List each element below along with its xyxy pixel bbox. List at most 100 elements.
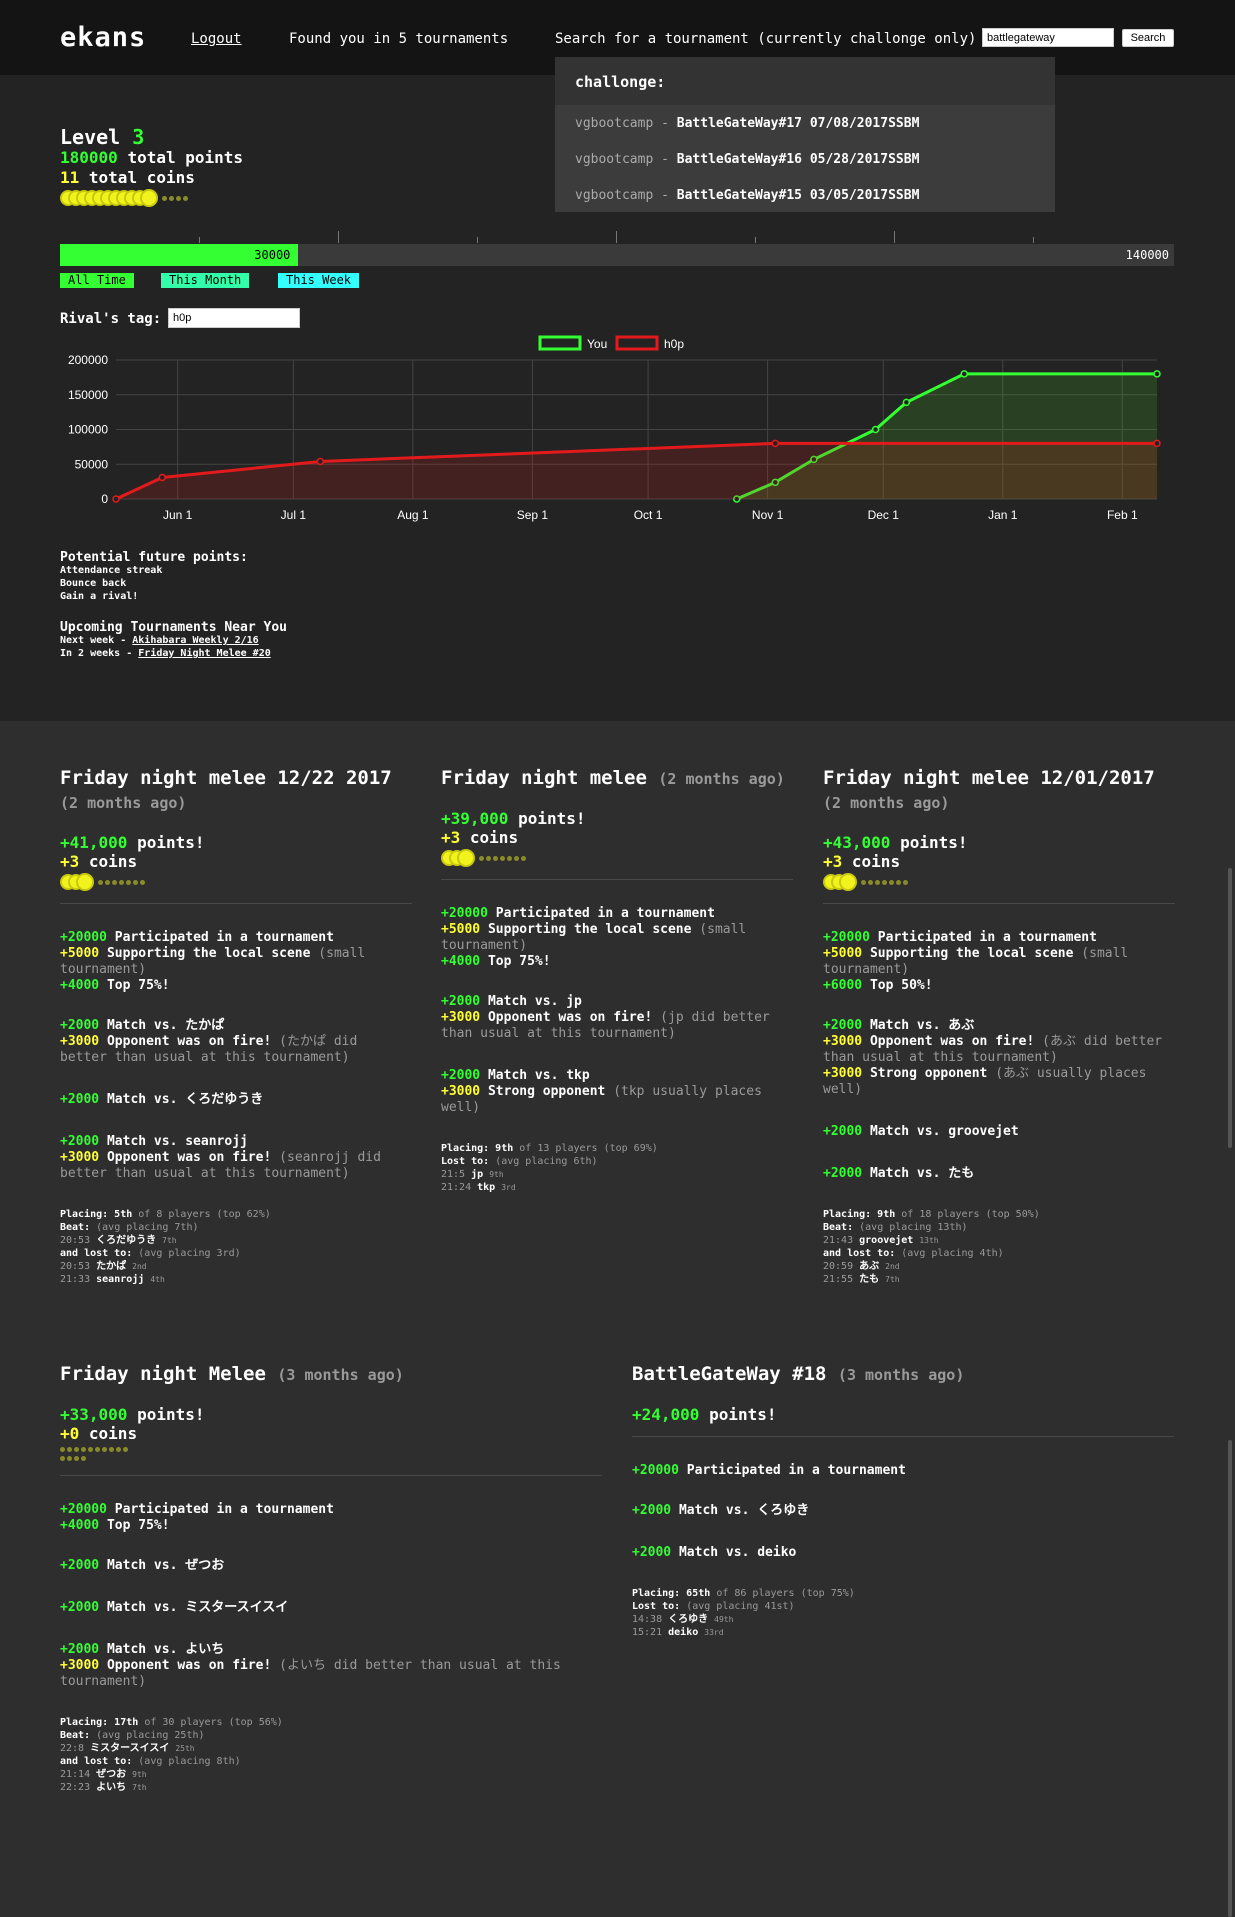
reason-points: +3000 bbox=[441, 1010, 481, 1025]
progress-tick bbox=[477, 237, 478, 243]
points-group: +2000 Match vs. seanrojj +3000 Opponent w… bbox=[60, 1134, 412, 1182]
reason-text: Top 50%! bbox=[869, 978, 933, 993]
coin-stack bbox=[60, 1445, 130, 1463]
reason-points: +3000 bbox=[823, 1034, 863, 1049]
summary-note: (avg placing 4th) bbox=[901, 1248, 1004, 1259]
tournament-name: Friday night melee bbox=[441, 767, 647, 789]
opponent-placing: 7th bbox=[162, 1236, 177, 1245]
empty-coin-icon bbox=[67, 1447, 72, 1452]
reason-points: +2000 bbox=[441, 1068, 481, 1083]
reason-text: Participated in a tournament bbox=[495, 906, 715, 921]
points-group: +2000 Match vs. jp +3000 Opponent was on … bbox=[441, 994, 793, 1042]
reason-text: Match vs. tkp bbox=[487, 1068, 590, 1083]
match-time: 15:21 bbox=[632, 1627, 663, 1638]
empty-coin-icon bbox=[88, 1447, 93, 1452]
points-group: +2000 Match vs. くろゆき bbox=[632, 1503, 1174, 1519]
data-point bbox=[1153, 370, 1161, 378]
points-reason: +3000 Opponent was on fire! (jp did bett… bbox=[441, 1010, 793, 1042]
reason-text: Opponent was on fire! bbox=[106, 1658, 272, 1673]
opponent-placing: 9th bbox=[132, 1770, 147, 1779]
points-reason: +20000 Participated in a tournament bbox=[823, 930, 1175, 946]
level-display: Level 3 bbox=[60, 125, 144, 149]
summary-line: and lost to: (avg placing 8th) bbox=[60, 1755, 602, 1768]
match-time: 21:33 bbox=[60, 1274, 91, 1285]
filter-this-month[interactable]: This Month bbox=[161, 273, 250, 288]
level-value: 3 bbox=[132, 125, 145, 149]
y-tick-label: 150000 bbox=[68, 388, 108, 402]
upcoming-tournament-link[interactable]: Akihabara Weekly 2/16 bbox=[132, 635, 258, 646]
summary-note: of 86 players (top 75%) bbox=[716, 1588, 855, 1599]
empty-coin-icon bbox=[140, 879, 145, 885]
upcoming-tournament-link[interactable]: Friday Night Melee #20 bbox=[138, 648, 270, 659]
points-group: +2000 Match vs. groovejet bbox=[823, 1124, 1175, 1140]
match-time: 21:14 bbox=[60, 1769, 91, 1780]
earned-coins: +3 coins bbox=[60, 852, 412, 871]
earned-points: +43,000 points! bbox=[823, 833, 1175, 852]
summary-line: Placing: 17th of 30 players (top 56%) bbox=[60, 1716, 602, 1729]
tournament-title[interactable]: Friday night Melee (3 months ago) bbox=[60, 1362, 602, 1387]
future-item: Gain a rival! bbox=[60, 591, 139, 602]
reason-text: Match vs. たも bbox=[869, 1166, 975, 1181]
search-button[interactable]: Search bbox=[1122, 29, 1174, 47]
summary-line: 15:21 deiko 33rd bbox=[632, 1626, 1174, 1639]
result-name: BattleGateWay#15 03/05/2017SSBM bbox=[676, 188, 920, 203]
reason-text: Supporting the local scene bbox=[869, 946, 1074, 961]
reason-points: +2000 bbox=[60, 1558, 100, 1573]
data-point bbox=[112, 495, 120, 503]
search-result-item[interactable]: vgbootcamp - BattleGateWay#16 05/28/2017… bbox=[555, 141, 1055, 177]
y-tick-label: 100000 bbox=[68, 423, 108, 437]
tournament-title[interactable]: Friday night melee 12/22 2017 (2 months … bbox=[60, 766, 412, 815]
match-time: 21:55 bbox=[823, 1274, 854, 1285]
tournament-title[interactable]: Friday night melee (2 months ago) bbox=[441, 766, 793, 791]
scrollbar-thumb[interactable] bbox=[1228, 868, 1232, 1148]
opponent-placing: 4th bbox=[150, 1275, 165, 1284]
points-reason: +20000 Participated in a tournament bbox=[60, 1502, 602, 1518]
rival-tag-input[interactable] bbox=[168, 308, 300, 328]
app-logo[interactable]: ekans bbox=[60, 22, 146, 53]
upcoming-item: In 2 weeks - Friday Night Melee #20 bbox=[60, 648, 271, 659]
tournament-name: Friday night Melee bbox=[60, 1363, 266, 1385]
empty-coin-icon bbox=[81, 1456, 86, 1461]
result-name: BattleGateWay#16 05/28/2017SSBM bbox=[676, 152, 920, 167]
summary-line: 20:53 くろだゆうき 7th bbox=[60, 1234, 412, 1247]
summary-line: Placing: 9th of 18 players (top 50%) bbox=[823, 1208, 1175, 1221]
scrollbar-thumb[interactable] bbox=[1228, 1440, 1232, 1917]
points-reason: +2000 Match vs. seanrojj bbox=[60, 1134, 412, 1150]
reason-points: +3000 bbox=[60, 1658, 100, 1673]
coin-icon bbox=[76, 873, 94, 891]
tournament-title[interactable]: BattleGateWay #18 (3 months ago) bbox=[632, 1362, 1174, 1387]
reason-points: +2000 bbox=[823, 1018, 863, 1033]
card-divider bbox=[823, 903, 1175, 904]
x-tick-label: Jul 1 bbox=[281, 508, 307, 522]
reason-text: Match vs. ぜつお bbox=[106, 1558, 225, 1573]
summary-note: (avg placing 41st) bbox=[686, 1601, 795, 1612]
reason-points: +6000 bbox=[823, 978, 863, 993]
empty-coin-icon bbox=[133, 879, 138, 885]
progress-tick bbox=[616, 231, 617, 243]
legend-swatch bbox=[615, 335, 659, 351]
summary-line: and lost to: (avg placing 3rd) bbox=[60, 1247, 412, 1260]
tournament-title[interactable]: Friday night melee 12/01/2017 (2 months … bbox=[823, 766, 1175, 815]
filter-all-time[interactable]: All Time bbox=[60, 273, 134, 288]
total-points-value: 180000 bbox=[60, 148, 118, 167]
total-coins-value: 11 bbox=[60, 168, 80, 187]
logout-link[interactable]: Logout bbox=[191, 31, 242, 47]
tournament-card: BattleGateWay #18 (3 months ago) +24,000 … bbox=[632, 1362, 1174, 1639]
earned-points: +33,000 points! bbox=[60, 1405, 602, 1424]
filter-this-week[interactable]: This Week bbox=[278, 273, 360, 288]
search-input[interactable] bbox=[982, 28, 1114, 47]
points-group: +2000 Match vs. たかぱ +3000 Opponent was on… bbox=[60, 1018, 412, 1066]
summary-note: of 8 players (top 62%) bbox=[138, 1209, 271, 1220]
points-group: +20000 Participated in a tournament +5000… bbox=[441, 906, 793, 970]
match-time: 21:43 bbox=[823, 1235, 854, 1246]
search-result-item[interactable]: vgbootcamp - BattleGateWay#17 07/08/2017… bbox=[555, 105, 1055, 141]
legend-label: h0p bbox=[664, 337, 684, 351]
reason-text: Opponent was on fire! bbox=[487, 1010, 653, 1025]
points-reason: +4000 Top 75%! bbox=[441, 954, 793, 970]
empty-coin-icon bbox=[500, 855, 505, 861]
result-name: BattleGateWay#17 07/08/2017SSBM bbox=[676, 116, 920, 131]
upcoming-title: Upcoming Tournaments Near You bbox=[60, 620, 287, 635]
search-result-item[interactable]: vgbootcamp - BattleGateWay#15 03/05/2017… bbox=[555, 177, 1055, 213]
tournament-name: Friday night melee 12/01/2017 bbox=[823, 767, 1155, 789]
reason-points: +2000 bbox=[60, 1134, 100, 1149]
